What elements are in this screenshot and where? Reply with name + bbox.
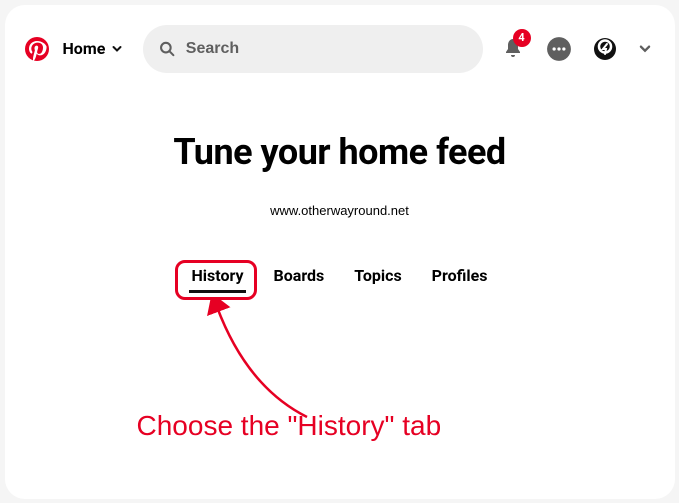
chevron-down-icon	[638, 42, 652, 56]
account-icon	[593, 37, 617, 61]
search-bar[interactable]	[143, 25, 482, 73]
tab-boards[interactable]: Boards	[272, 258, 327, 293]
home-nav[interactable]: Home	[63, 39, 124, 58]
pinterest-logo[interactable]	[25, 37, 49, 61]
home-label: Home	[63, 39, 106, 58]
search-icon	[159, 40, 175, 58]
account-menu-button[interactable]	[635, 33, 655, 65]
pinterest-logo-icon	[25, 37, 49, 61]
watermark-text: www.otherwayround.net	[5, 203, 675, 218]
tabs: History Boards Topics Profiles	[5, 258, 675, 293]
header: Home 4	[5, 5, 675, 73]
app-card: Home 4	[5, 5, 675, 499]
notification-badge: 4	[513, 29, 531, 47]
annotation-text: Choose the "History" tab	[137, 410, 442, 442]
account-button[interactable]	[589, 33, 621, 65]
notifications-button[interactable]: 4	[497, 33, 529, 65]
chat-icon	[546, 36, 572, 62]
chevron-down-icon	[111, 43, 123, 55]
messages-button[interactable]	[543, 33, 575, 65]
tab-topics[interactable]: Topics	[352, 258, 403, 293]
search-input[interactable]	[186, 40, 467, 58]
page-title: Tune your home feed	[5, 131, 675, 173]
tab-history[interactable]: History	[189, 258, 245, 293]
tab-profiles[interactable]: Profiles	[430, 258, 490, 293]
